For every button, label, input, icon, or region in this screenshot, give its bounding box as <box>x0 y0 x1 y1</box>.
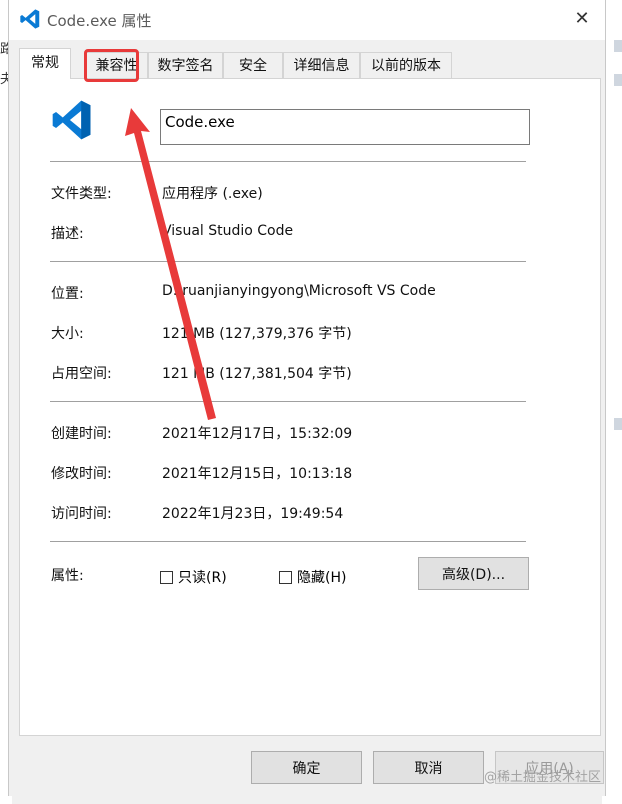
ok-button[interactable]: 确定 <box>251 751 362 784</box>
size-on-disk-value: 121 MB (127,381,504 字节) <box>162 366 352 382</box>
modified-label: 修改时间: <box>51 466 112 482</box>
separator <box>50 541 526 542</box>
properties-dialog: Code.exe 属性 ✕ 常规 兼容性 数字签名 安全 详细信息 以前的版本 … <box>8 0 606 796</box>
general-tab-panel: 文件类型: 应用程序 (.exe) 描述: Visual Studio Code… <box>19 78 601 736</box>
separator <box>50 161 526 162</box>
advanced-button[interactable]: 高级(D)... <box>418 557 529 590</box>
created-value: 2021年12月17日，15:32:09 <box>162 426 353 442</box>
readonly-checkbox[interactable]: 只读(R) <box>160 567 227 587</box>
size-label: 大小: <box>51 326 84 342</box>
description-value: Visual Studio Code <box>162 223 294 239</box>
accessed-label: 访问时间: <box>51 506 112 522</box>
file-name-input[interactable] <box>160 109 530 145</box>
size-on-disk-label: 占用空间: <box>51 366 112 382</box>
hidden-label: 隐藏(H) <box>297 570 347 586</box>
watermark-text: @稀土掘金技术社区 <box>484 770 602 785</box>
tab-general[interactable]: 常规 <box>19 48 71 79</box>
tab-details[interactable]: 详细信息 <box>283 52 360 78</box>
file-type-label: 文件类型: <box>51 186 112 202</box>
checkbox-box[interactable] <box>279 570 292 584</box>
separator <box>50 261 526 262</box>
tab-security[interactable]: 安全 <box>223 52 283 78</box>
vscode-logo-icon <box>52 100 91 140</box>
compatibility-tab-highlight <box>84 49 139 82</box>
close-button[interactable]: ✕ <box>559 0 605 38</box>
description-label: 描述: <box>51 226 84 242</box>
location-label: 位置: <box>51 286 84 302</box>
size-value: 121 MB (127,379,376 字节) <box>162 326 352 342</box>
readonly-label: 只读(R) <box>178 570 227 586</box>
title-bar: Code.exe 属性 ✕ <box>9 0 605 40</box>
file-type-value: 应用程序 (.exe) <box>162 186 263 202</box>
modified-value: 2021年12月15日，10:13:18 <box>162 466 353 482</box>
window-title: Code.exe 属性 <box>47 12 152 30</box>
separator <box>50 401 526 402</box>
accessed-value: 2022年1月23日，19:49:54 <box>162 506 344 522</box>
attributes-label: 属性: <box>51 568 84 584</box>
tab-previous-versions[interactable]: 以前的版本 <box>360 52 452 78</box>
location-value: D:\ruanjianyingyong\Microsoft VS Code <box>162 283 436 299</box>
created-label: 创建时间: <box>51 426 112 442</box>
hidden-checkbox[interactable]: 隐藏(H) <box>279 567 346 587</box>
checkbox-box[interactable] <box>160 570 173 584</box>
cancel-button[interactable]: 取消 <box>373 751 484 784</box>
vscode-icon <box>20 9 40 29</box>
tab-digital-signatures[interactable]: 数字签名 <box>148 52 223 78</box>
